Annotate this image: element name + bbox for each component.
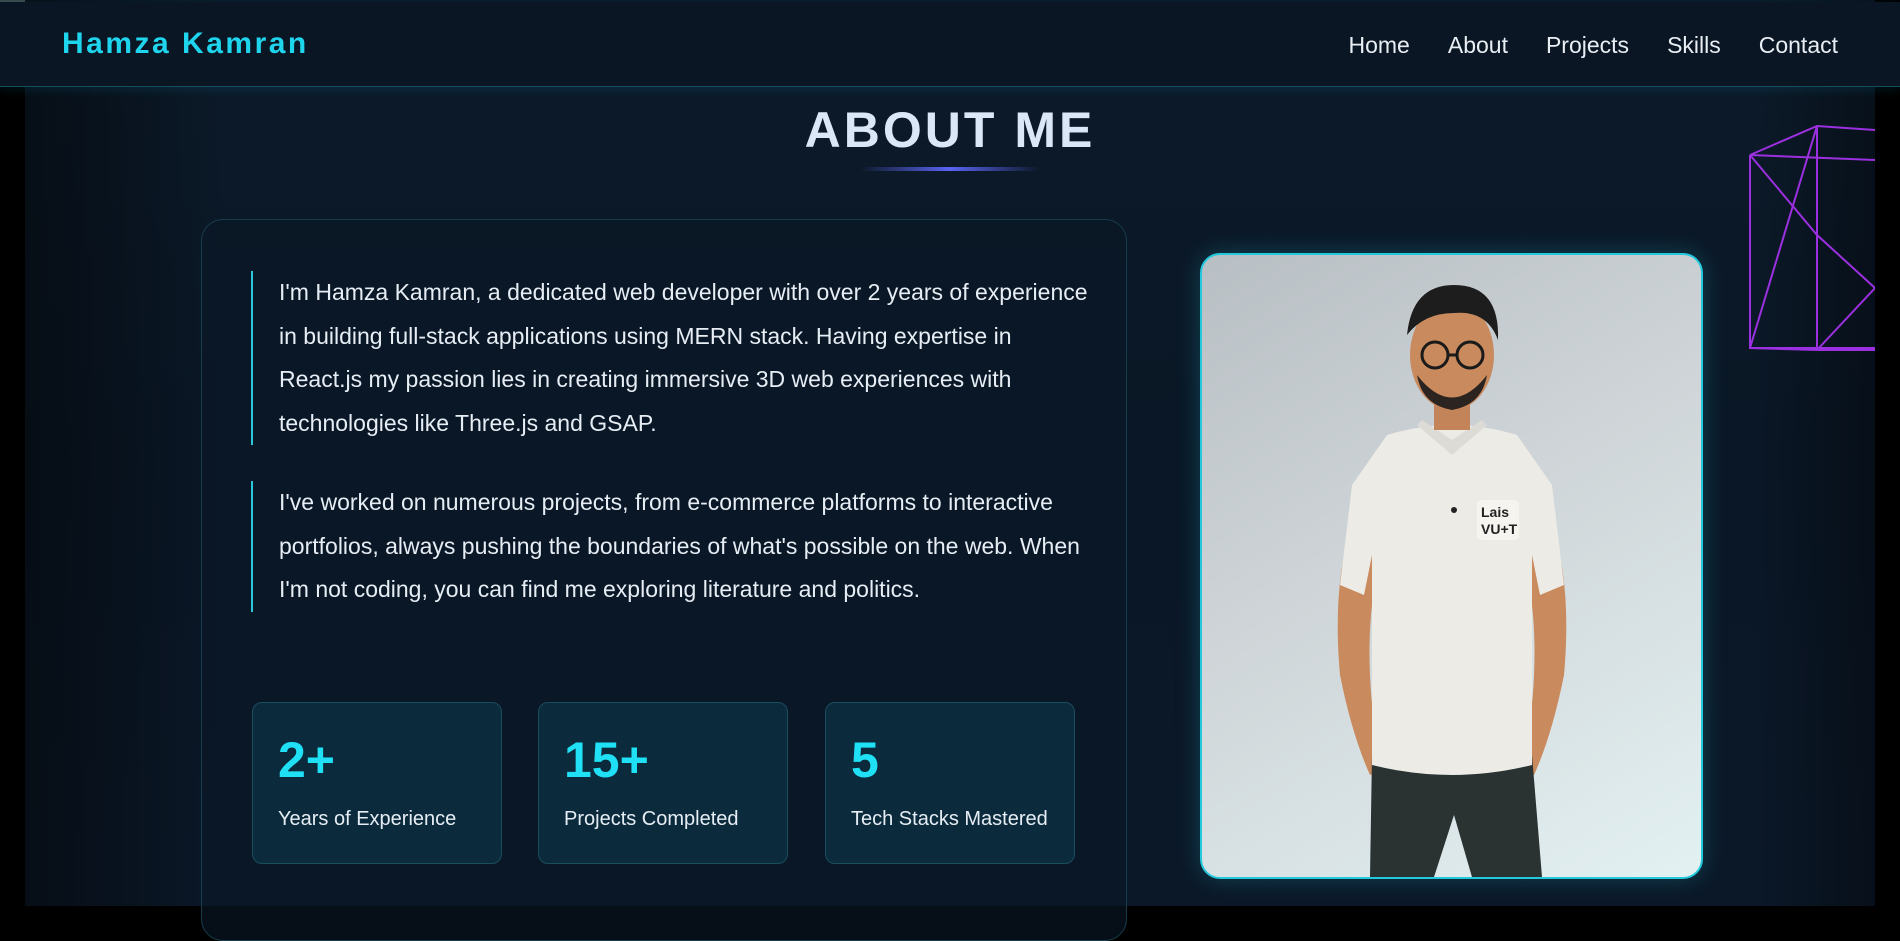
brand-logo-text[interactable]: Hamza Kamran [62, 27, 309, 61]
stat-label: Tech Stacks Mastered [851, 808, 1048, 830]
about-paragraph-2: I've worked on numerous projects, from e… [251, 481, 1099, 612]
title-underline [860, 167, 1040, 171]
stat-card-projects: 15+ Projects Completed [538, 702, 788, 864]
nav-contact[interactable]: Contact [1759, 32, 1838, 59]
main-nav: Home About Projects Skills Contact [1349, 32, 1839, 59]
stat-card-experience: 2+ Years of Experience [252, 702, 502, 864]
nav-about[interactable]: About [1448, 32, 1508, 59]
stat-label: Years of Experience [278, 808, 457, 830]
nav-projects[interactable]: Projects [1546, 32, 1629, 59]
stat-label: Projects Completed [564, 808, 739, 830]
stat-value: 5 [851, 732, 879, 788]
wireframe-cube-decoration [1749, 124, 1875, 351]
section-title: ABOUT ME [804, 102, 1096, 158]
right-edge-bar [1875, 0, 1900, 906]
svg-text:Lais: Lais [1481, 504, 1509, 520]
stat-value: 2+ [278, 732, 336, 788]
profile-photo: Lais VU+T [1200, 253, 1703, 879]
nav-home[interactable]: Home [1349, 32, 1410, 59]
person-portrait-illustration: Lais VU+T [1337, 285, 1567, 877]
site-header: Hamza Kamran Home About Projects Skills … [0, 2, 1900, 87]
nav-skills[interactable]: Skills [1667, 32, 1721, 59]
stat-value: 15+ [564, 732, 649, 788]
svg-text:VU+T: VU+T [1481, 521, 1518, 537]
about-paragraph-1: I'm Hamza Kamran, a dedicated web develo… [251, 271, 1099, 445]
stat-card-tech-stacks: 5 Tech Stacks Mastered [825, 702, 1075, 864]
